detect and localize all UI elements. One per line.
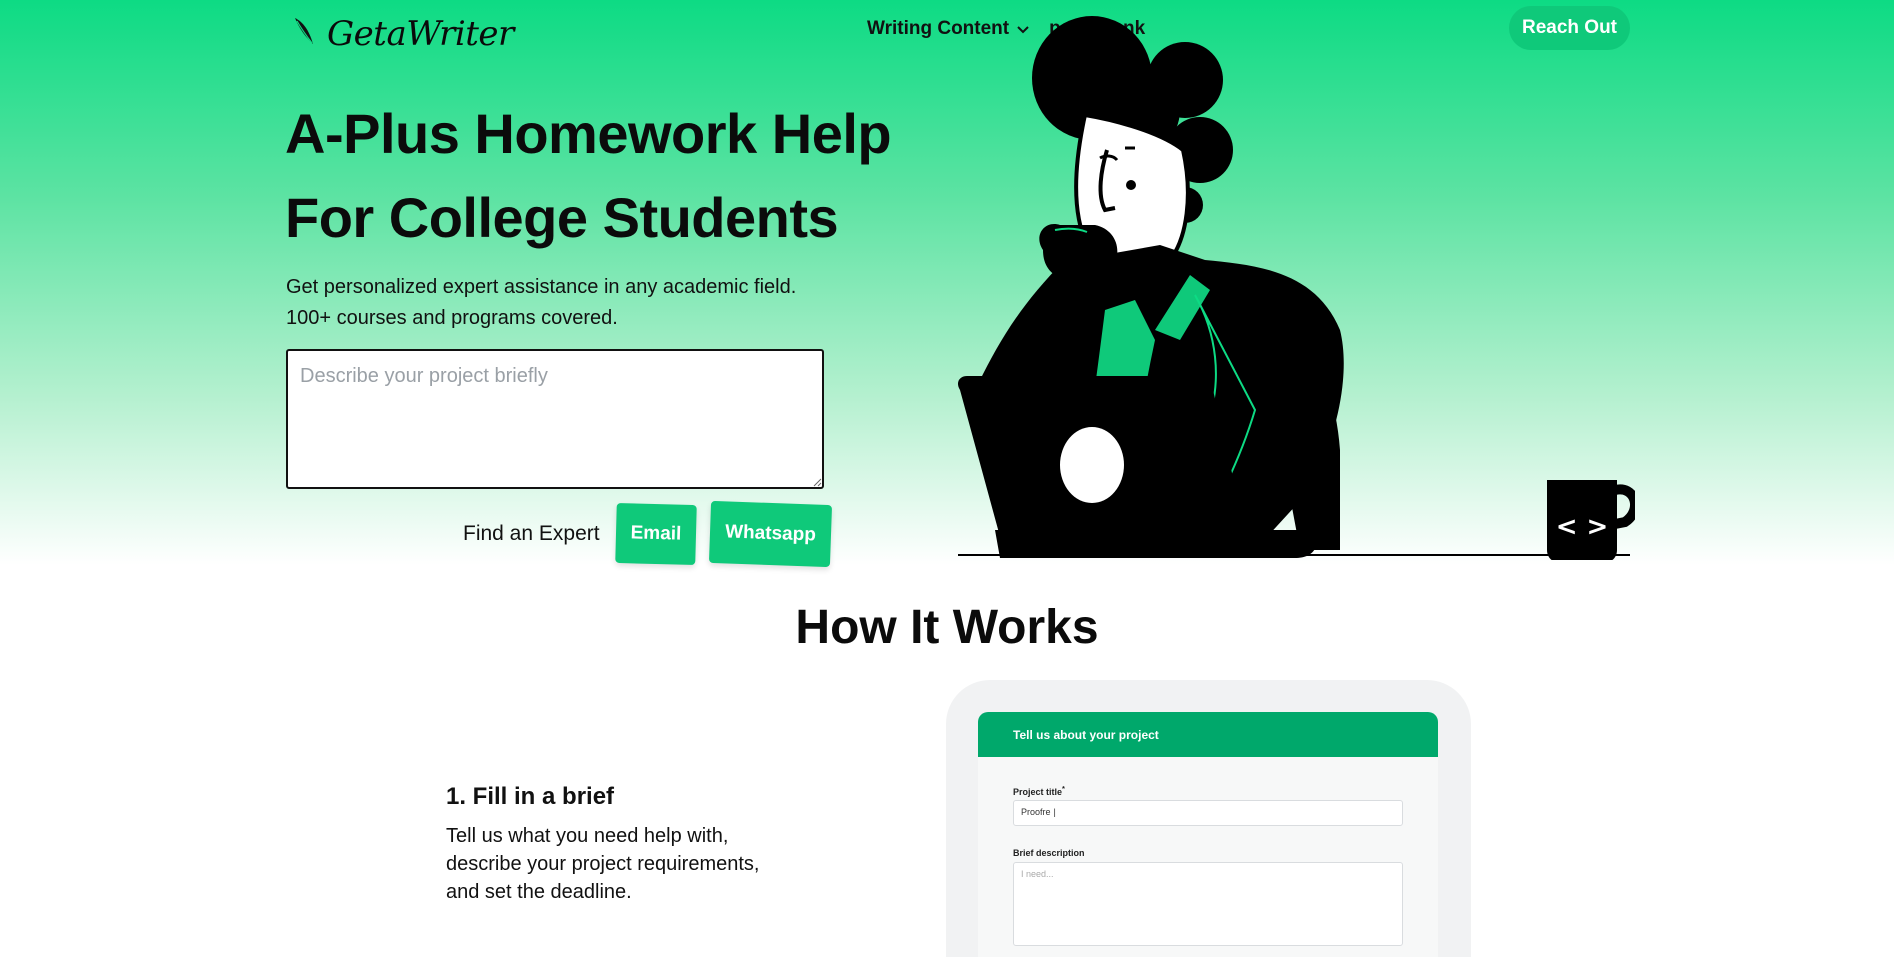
how-it-works-title: How It Works [795, 601, 1099, 654]
brief-description-field[interactable]: I need... [1013, 862, 1403, 946]
hero-subtitle-line2: 100+ courses and programs covered. [286, 307, 618, 329]
form-mockup-header: Tell us about your project [978, 712, 1438, 757]
find-expert-label: Find an Expert [463, 522, 600, 545]
step1-description: Tell us what you need help with, describ… [446, 825, 760, 903]
whatsapp-button[interactable]: Whatsapp [708, 500, 832, 568]
code-mug: < > [1547, 480, 1635, 560]
text-cursor: | [1053, 807, 1056, 817]
hero-title-line2: For College Students [285, 186, 839, 249]
project-brief-input[interactable] [286, 349, 824, 489]
mug-code-symbol: < > [1556, 512, 1609, 542]
project-title-field[interactable]: Proofre | [1013, 800, 1403, 826]
find-expert-row: Find an Expert Email Whatsapp [463, 500, 832, 568]
project-title-label: Project title* [1013, 784, 1065, 797]
required-asterisk: * [1062, 784, 1065, 793]
brief-description-label: Brief description [1013, 848, 1085, 858]
hero-title: A-Plus Homework Help For College Student… [285, 92, 945, 260]
email-button[interactable]: Email [614, 502, 697, 566]
resize-handle-icon[interactable] [813, 478, 822, 487]
form-mockup-card: Tell us about your project Project title… [978, 712, 1438, 957]
hero-illustration: < > [957, 16, 1635, 560]
brand-logo[interactable]: GetaWriter [293, 12, 514, 56]
hero-subtitle: Get personalized expert assistance in an… [286, 272, 846, 334]
brief-description-placeholder: I need... [1021, 869, 1054, 879]
person-hand [1039, 224, 1118, 280]
hero-subtitle-line1: Get personalized expert assistance in an… [286, 276, 797, 298]
project-title-label-text: Project title [1013, 787, 1063, 797]
hero-title-line1: A-Plus Homework Help [285, 102, 892, 165]
step1-title: 1. Fill in a brief [446, 783, 615, 810]
brand-name: GetaWriter [327, 14, 514, 54]
project-title-value: Proofre [1021, 807, 1051, 817]
quill-logo-icon [293, 16, 317, 53]
